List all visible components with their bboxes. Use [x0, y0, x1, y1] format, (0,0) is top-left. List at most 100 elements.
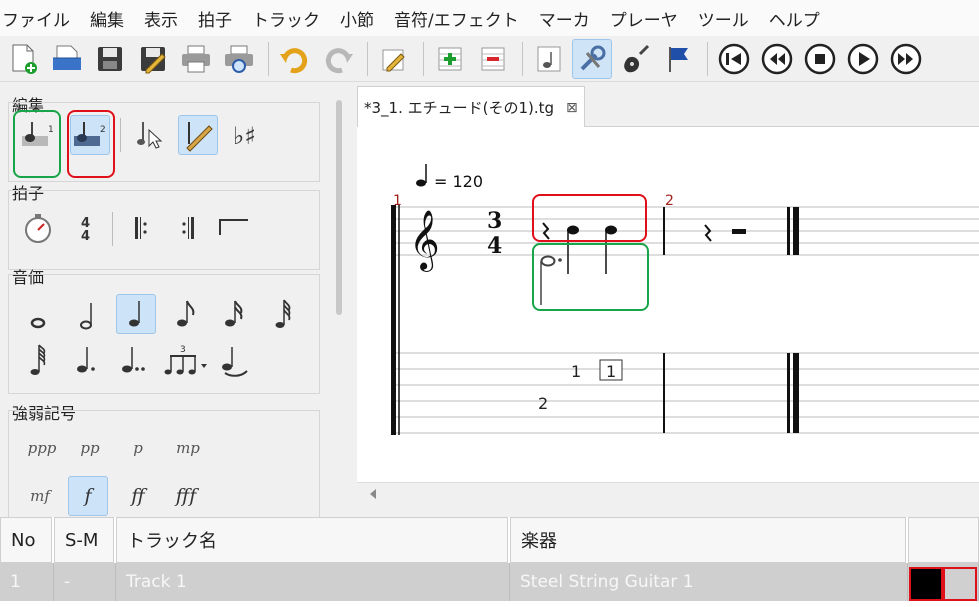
menu-player[interactable]: プレーヤ — [610, 6, 678, 31]
toolbar-separator — [268, 41, 269, 76]
voice1-highlight — [532, 243, 649, 311]
add-measure-icon[interactable] — [430, 39, 470, 79]
panel-separator — [112, 212, 113, 246]
treble-clef: 𝄞 — [409, 210, 440, 272]
tie-note-icon[interactable] — [214, 340, 254, 380]
double-dotted-note-icon[interactable] — [114, 340, 154, 380]
header-color — [908, 517, 979, 563]
menu-help[interactable]: ヘルプ — [769, 6, 820, 31]
save-icon[interactable] — [90, 39, 130, 79]
tempo-stopwatch-icon[interactable] — [18, 208, 58, 248]
time-signature-top: 3 — [487, 208, 502, 234]
panel-splitter[interactable] — [336, 100, 342, 315]
half-note-icon[interactable] — [68, 296, 108, 336]
thirty-second-note-icon[interactable] — [264, 294, 304, 334]
panel-separator — [120, 118, 121, 152]
menu-composition[interactable]: 拍子 — [198, 6, 232, 31]
quarter-note-icon[interactable] — [116, 294, 156, 334]
flat-sharp-icon[interactable]: ♭♯ — [228, 115, 268, 155]
time-signature-icon[interactable]: 44 — [66, 208, 106, 248]
edit-mode-icon[interactable] — [374, 39, 414, 79]
voice2-highlight — [532, 194, 647, 242]
repeat-close-icon[interactable] — [168, 208, 208, 248]
dynamic-pp[interactable]: pp — [70, 430, 110, 466]
undo-icon[interactable] — [275, 39, 315, 79]
alternate-ending-icon[interactable] — [214, 208, 254, 248]
tab-number-lower: 2 — [538, 394, 548, 413]
remove-measure-icon[interactable] — [473, 39, 513, 79]
sixteenth-note-icon[interactable] — [214, 294, 254, 334]
header-no[interactable]: No — [0, 517, 52, 563]
tempo-marking: = 120 — [416, 164, 483, 191]
fast-forward-icon[interactable] — [886, 39, 926, 79]
open-file-icon[interactable] — [47, 39, 87, 79]
first-icon[interactable] — [714, 39, 754, 79]
menu-bar: ファイル 編集 表示 拍子 トラック 小節 音符/エフェクト マーカ プレーヤ … — [0, 0, 979, 36]
save-as-icon[interactable] — [133, 39, 173, 79]
dynamic-mf[interactable]: mf — [20, 478, 60, 514]
menu-track[interactable]: トラック — [252, 6, 320, 31]
stop-icon[interactable] — [800, 39, 840, 79]
track-color-swatch-secondary[interactable] — [943, 567, 977, 601]
header-solo-mute[interactable]: S-M — [54, 517, 114, 563]
menu-edit[interactable]: 編集 — [90, 6, 124, 31]
whole-note-icon[interactable] — [18, 296, 58, 336]
menu-note-effect[interactable]: 音符/エフェクト — [394, 6, 519, 31]
tuplet-icon[interactable]: 3 — [164, 340, 208, 380]
marker-flag-icon[interactable] — [658, 39, 698, 79]
print-preview-icon[interactable] — [219, 39, 259, 79]
play-icon[interactable] — [843, 39, 883, 79]
track-row-name[interactable]: Track 1 — [116, 563, 510, 601]
toolbar-separator — [522, 41, 523, 76]
sixty-fourth-note-icon[interactable] — [18, 340, 58, 380]
select-cursor-icon[interactable] — [130, 115, 170, 155]
score-editor[interactable]: = 120 1 2 𝄞 3 4 1 1 2 — [357, 127, 979, 482]
guitar-icon[interactable] — [615, 39, 655, 79]
header-instrument[interactable]: 楽器 — [510, 517, 906, 563]
dynamic-ppp[interactable]: ppp — [22, 430, 62, 466]
menu-marker[interactable]: マーカ — [539, 6, 590, 31]
score-horizontal-scrollbar[interactable] — [357, 482, 979, 504]
dynamic-p[interactable]: p — [118, 430, 158, 466]
redo-icon[interactable] — [318, 39, 358, 79]
header-track-name[interactable]: トラック名 — [116, 517, 508, 563]
menu-file[interactable]: ファイル — [2, 6, 70, 31]
scroll-left-icon — [370, 489, 376, 499]
menu-measure[interactable]: 小節 — [340, 6, 374, 31]
dynamic-f[interactable]: f — [68, 476, 108, 516]
track-table: No S-M トラック名 楽器 1 - Track 1 Steel String… — [0, 517, 979, 607]
tools-icon[interactable] — [572, 38, 612, 79]
toolbar-separator — [367, 41, 368, 76]
document-tab-bar: *3_1. エチュード(その1).tg ⊠ — [357, 82, 979, 128]
tab-number-upper: 1 — [571, 362, 581, 381]
rewind-icon[interactable] — [757, 39, 797, 79]
track-row-instrument[interactable]: Steel String Guitar 1 — [510, 563, 908, 601]
system-bracket — [391, 205, 396, 435]
svg-text:♭♯: ♭♯ — [233, 122, 256, 150]
track-color-swatch[interactable] — [909, 567, 943, 601]
time-sig-bottom: 4 — [81, 229, 90, 244]
dynamic-fff[interactable]: fff — [166, 478, 206, 514]
new-file-icon[interactable] — [4, 39, 44, 79]
dynamic-mp[interactable]: mp — [168, 430, 208, 466]
measure2-rests — [704, 224, 746, 242]
track-row-solo-mute[interactable]: - — [54, 563, 116, 601]
tab-close-icon[interactable]: ⊠ — [566, 100, 578, 116]
menu-view[interactable]: 表示 — [144, 6, 178, 31]
print-icon[interactable] — [176, 39, 216, 79]
dynamic-ff[interactable]: ff — [118, 478, 158, 514]
document-tab[interactable]: *3_1. エチュード(その1).tg ⊠ — [357, 86, 585, 128]
dotted-note-icon[interactable] — [66, 340, 106, 380]
track-row-no[interactable]: 1 — [0, 563, 54, 601]
note-mode-icon[interactable] — [529, 39, 569, 79]
time-signature-bottom: 4 — [487, 233, 502, 259]
standard-staff — [393, 206, 979, 256]
tuplet-number: 3 — [180, 345, 186, 355]
menu-tools[interactable]: ツール — [698, 6, 749, 31]
edit-pencil-icon[interactable] — [178, 115, 218, 155]
tab-staff — [393, 352, 979, 434]
toolbar-separator — [707, 41, 708, 76]
eighth-note-icon[interactable] — [166, 294, 206, 334]
toolbar-separator — [423, 41, 424, 76]
repeat-open-icon[interactable] — [122, 208, 162, 248]
